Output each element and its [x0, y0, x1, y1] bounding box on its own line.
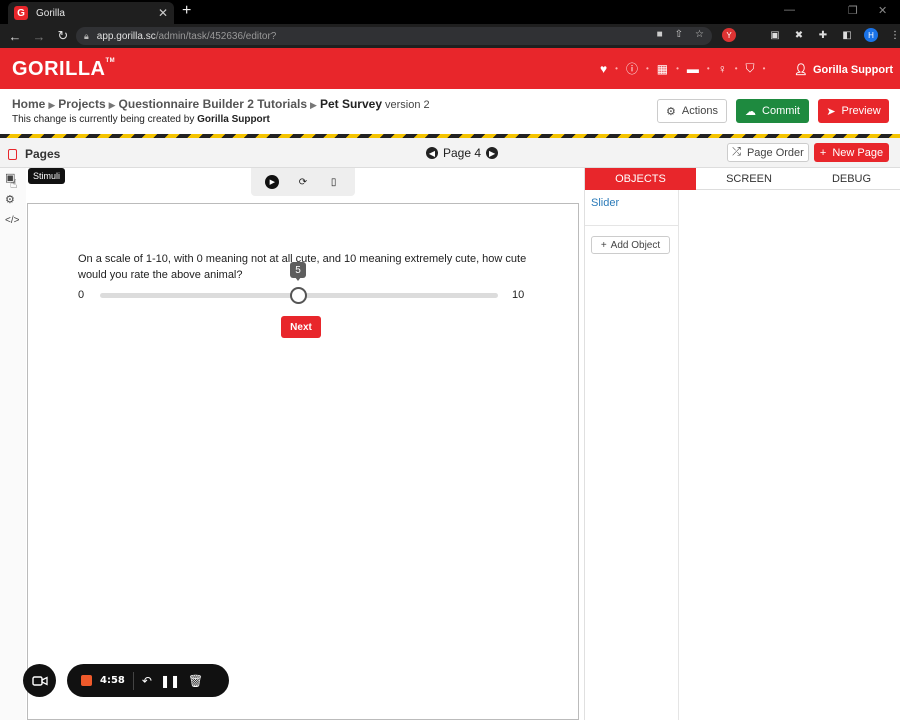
extensions-puzzle-icon[interactable]: ✚	[816, 28, 830, 42]
window-close-icon[interactable]: ✕	[878, 4, 887, 17]
prev-page-icon[interactable]: ◀	[426, 147, 438, 159]
breadcrumb-project[interactable]: Questionnaire Builder 2 Tutorials	[119, 97, 307, 111]
pages-title[interactable]: Pages	[25, 147, 60, 161]
back-icon[interactable]: ←	[3, 29, 27, 44]
slider-max-label: 10	[512, 289, 525, 301]
next-page-icon[interactable]: ▶	[486, 147, 499, 159]
undo-icon[interactable]: ↶	[142, 674, 152, 688]
camera-toggle-button[interactable]	[23, 664, 56, 697]
stimuli-tooltip: Stimuli	[28, 168, 66, 184]
recording-controls: 4:58 ↶ ❚❚ 🗑︎	[67, 664, 229, 697]
info-icon[interactable]: ⓘ	[626, 60, 638, 77]
extension-tools-icon[interactable]: ✖	[792, 28, 806, 42]
restore-icon[interactable]: ❐	[848, 4, 858, 17]
page-order-button[interactable]: ⤮ Page Order	[727, 143, 809, 162]
reload-icon[interactable]: ↻	[51, 28, 75, 44]
video-camera-icon	[31, 675, 48, 686]
breadcrumb-current: Pet Survey	[319, 97, 382, 111]
object-item-slider[interactable]: Slider	[591, 197, 619, 209]
shield-icon[interactable]: ⛉	[746, 61, 755, 76]
question-text: On a scale of 1-10, with 0 meaning not a…	[78, 253, 527, 281]
gorilla-favicon-icon: G	[14, 6, 28, 20]
next-button[interactable]: Next	[281, 316, 321, 338]
tab-close-icon[interactable]: ✕	[158, 6, 168, 20]
user-icon: 👤︎	[794, 64, 808, 76]
actions-button[interactable]: ⚙ Actions	[657, 99, 727, 123]
shuffle-icon: ⤮	[732, 146, 741, 158]
breadcrumb: Home ▶ Projects ▶ Questionnaire Builder 2 Tu…	[12, 97, 430, 111]
browser-tab[interactable]: G Gorilla ✕	[8, 2, 174, 24]
recording-timer: 4:58	[100, 675, 125, 686]
version-label: version 2	[385, 99, 430, 111]
settings-gear-icon[interactable]: ⚙	[5, 193, 15, 206]
breadcrumb-projects[interactable]: Projects	[58, 97, 105, 111]
new-tab-icon[interactable]: +	[182, 2, 191, 20]
side-panel-icon[interactable]: ◧	[840, 28, 854, 42]
tab-objects[interactable]: OBJECTS	[585, 168, 696, 190]
gorilla-logo[interactable]: GORILLATM	[12, 58, 115, 81]
current-page-label: Page 4	[443, 146, 482, 160]
url-bar[interactable]: 🔒︎ app.gorilla.sc/admin/task/452636/edit…	[76, 27, 712, 45]
gear-icon: ⚙	[666, 105, 676, 118]
app-header: GORILLATM ♥ • ⓘ • ▦ • ▬ • ♀ • ⛉ • 👤︎ Gorilla S…	[0, 48, 900, 89]
url-text: app.gorilla.sc/admin/task/452636/editor?	[96, 30, 277, 42]
pause-icon[interactable]: ❚❚	[160, 674, 180, 688]
briefcase-icon[interactable]: ▬	[687, 62, 699, 76]
paper-plane-icon: ➤	[826, 105, 836, 118]
left-tool-strip: ▣ ⚙ </>	[0, 168, 26, 720]
breadcrumb-home[interactable]: Home	[12, 97, 45, 111]
user-name: Gorilla Support	[812, 63, 894, 76]
plus-icon: +	[600, 239, 607, 251]
edit-status-user: Gorilla Support	[197, 114, 270, 125]
extension-red-icon[interactable]: Y	[722, 28, 736, 42]
browser-menu-icon[interactable]: ⋮	[888, 28, 900, 42]
mouse-cursor-icon: ☝	[10, 177, 18, 191]
slider-value-tooltip: 5	[290, 262, 306, 281]
trash-icon[interactable]: 🗑︎	[188, 674, 203, 688]
browser-tab-title: Gorilla	[36, 7, 65, 19]
cloud-upload-icon: ☁	[745, 105, 757, 118]
code-icon[interactable]: </>	[5, 215, 19, 226]
tab-debug[interactable]: DEBUG	[802, 168, 900, 190]
tab-screen[interactable]: SCREEN	[696, 168, 802, 190]
object-list: Slider + Add Object	[585, 190, 679, 720]
canvas-toolbar: ▶ ⟳ ▯	[251, 168, 355, 196]
slider-thumb[interactable]	[290, 287, 307, 304]
document-icon[interactable]: ▯	[327, 175, 341, 189]
user-menu[interactable]: 👤︎ Gorilla Support	[794, 63, 894, 77]
browser-tab-bar: G Gorilla ✕ + — ❐ ✕	[0, 0, 900, 24]
stop-recording-icon[interactable]	[81, 675, 92, 686]
heart-icon[interactable]: ♥	[600, 62, 607, 76]
profile-avatar-icon[interactable]: H	[864, 28, 878, 42]
commit-button[interactable]: ☁ Commit	[736, 99, 809, 123]
pages-icon	[8, 149, 17, 160]
extension-grey-icon[interactable]: ▣	[768, 28, 782, 42]
lock-icon: 🔒︎	[84, 30, 89, 41]
forward-icon[interactable]: →	[27, 29, 51, 44]
new-page-button[interactable]: + New Page	[814, 143, 889, 162]
camera-icon[interactable]: ■	[657, 29, 663, 40]
browser-address-bar: ← → ↻ 🔒︎ app.gorilla.sc/admin/task/45263…	[0, 24, 900, 48]
minimize-icon[interactable]: —	[784, 4, 795, 16]
preview-button[interactable]: ➤ Preview	[818, 99, 889, 123]
play-icon[interactable]: ▶	[265, 175, 280, 189]
lightbulb-icon[interactable]: ♀	[718, 62, 727, 76]
add-object-button[interactable]: + Add Object	[591, 236, 670, 254]
slider-min-label: 0	[78, 289, 85, 301]
refresh-icon[interactable]: ⟳	[296, 175, 310, 189]
bookmark-star-icon[interactable]: ☆	[695, 29, 704, 40]
right-panel-tabs: OBJECTS SCREEN DEBUG	[585, 168, 900, 190]
preview-canvas: On a scale of 1-10, with 0 meaning not a…	[27, 203, 579, 720]
share-icon[interactable]: ⇧	[675, 29, 683, 40]
plus-icon: +	[819, 146, 827, 159]
edit-status: This change is currently being created b…	[12, 114, 270, 125]
page-navigator: ◀ Page 4 ▶	[426, 146, 499, 160]
calendar-icon[interactable]: ▦	[657, 62, 668, 76]
right-panel: OBJECTS SCREEN DEBUG Slider + Add Object	[584, 168, 900, 720]
